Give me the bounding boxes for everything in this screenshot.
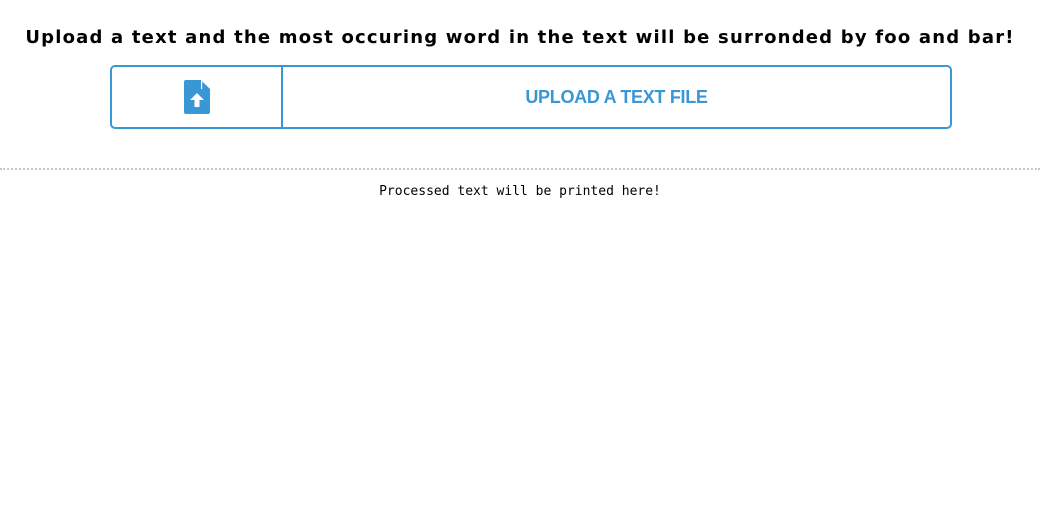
page-title: Upload a text and the most occuring word… bbox=[25, 27, 1015, 48]
page: Upload a text and the most occuring word… bbox=[0, 0, 1040, 517]
upload-icon-box[interactable] bbox=[112, 67, 283, 127]
upload-text-file-button[interactable]: UPLOAD A TEXT FILE bbox=[110, 65, 952, 129]
section-divider bbox=[0, 168, 1040, 170]
processed-text-output: Processed text will be printed here! bbox=[379, 184, 661, 199]
upload-button-label[interactable]: UPLOAD A TEXT FILE bbox=[283, 67, 950, 127]
file-upload-icon bbox=[183, 80, 210, 114]
